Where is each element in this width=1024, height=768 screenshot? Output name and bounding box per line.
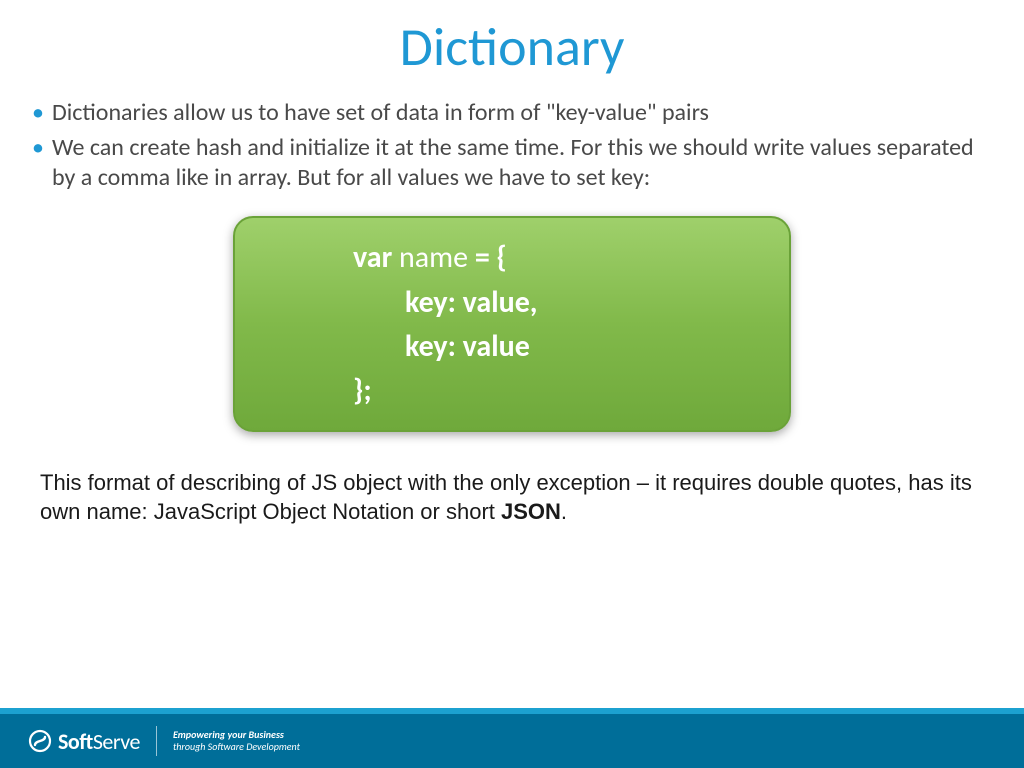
code-line: key: value,	[265, 281, 759, 325]
bullet-list: Dictionaries allow us to have set of dat…	[0, 80, 1024, 194]
slide-title: Dictionary	[0, 0, 1024, 80]
brand-bold: Soft	[58, 728, 93, 755]
code-line: };	[265, 369, 759, 413]
brand-rest: Serve	[93, 728, 140, 755]
code-identifier: name	[399, 239, 468, 276]
tagline-line-2: through Software Development	[173, 741, 300, 754]
slide: Dictionary Dictionaries allow us to have…	[0, 0, 1024, 768]
code-block: var name = { key: value, key: value };	[233, 216, 791, 432]
footer-bar: SoftServe Empowering your Business throu…	[0, 708, 1024, 768]
footer-logo: SoftServe	[0, 728, 140, 755]
note-bold: JSON	[501, 499, 561, 524]
bullet-item: Dictionaries allow us to have set of dat…	[32, 98, 996, 129]
divider	[156, 726, 157, 756]
code-text: = {	[468, 239, 507, 276]
code-line: var name = {	[265, 236, 759, 280]
note-tail: .	[561, 499, 567, 524]
note-paragraph: This format of describing of JS object w…	[0, 432, 1024, 526]
brand-name: SoftServe	[58, 728, 140, 755]
bullet-item: We can create hash and initialize it at …	[32, 133, 996, 194]
footer-tagline: Empowering your Business through Softwar…	[173, 729, 300, 754]
code-line: key: value	[265, 325, 759, 369]
code-keyword: var	[353, 239, 399, 276]
softserve-icon	[28, 729, 52, 753]
